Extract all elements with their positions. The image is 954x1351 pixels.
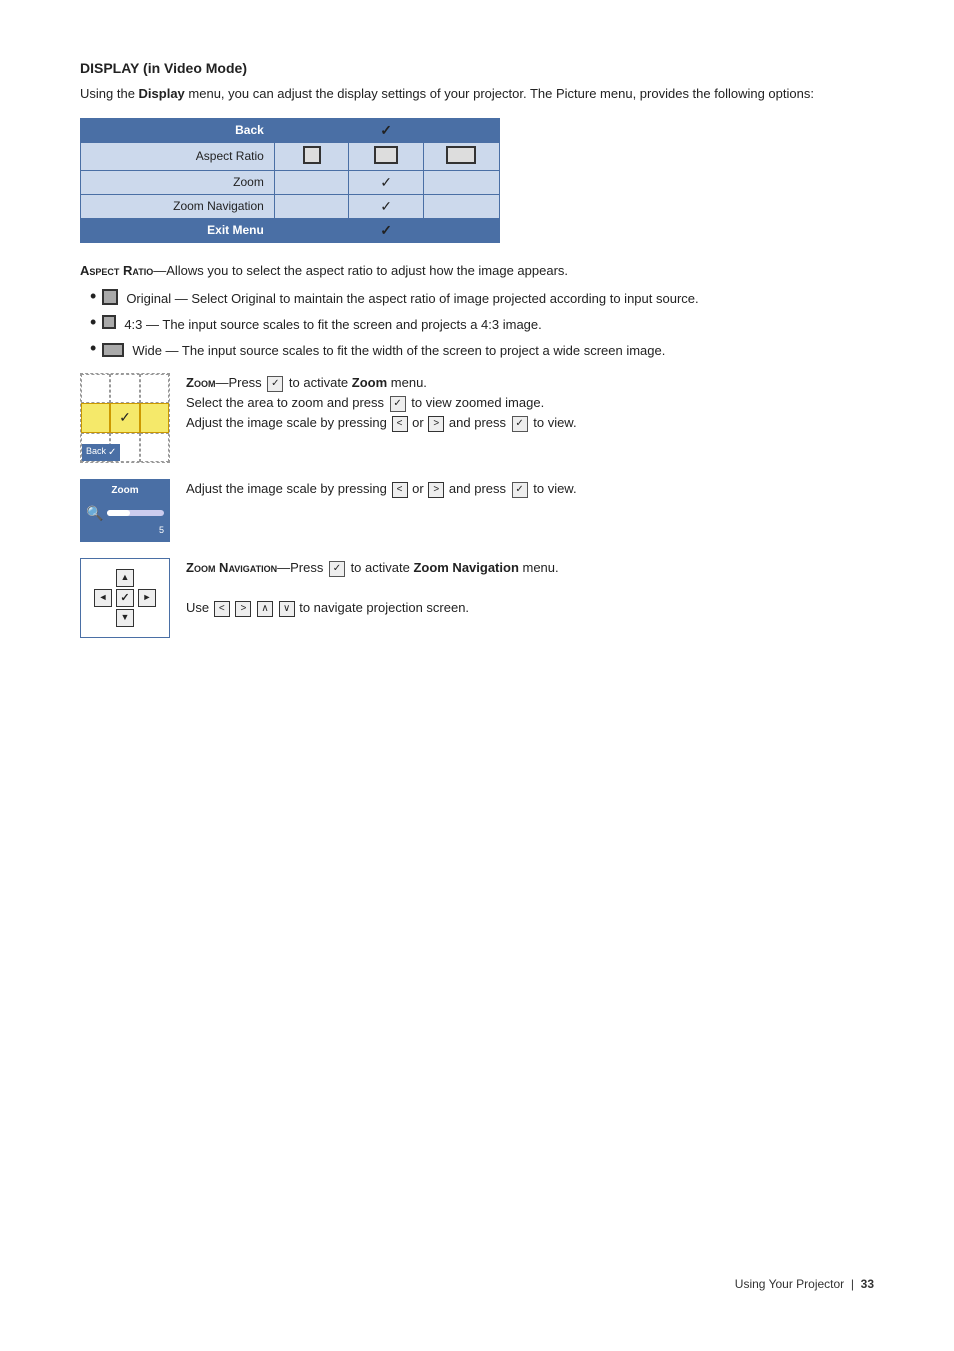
footer-text: Using Your Projector [735, 1277, 844, 1291]
nav-icon-right: > [235, 601, 251, 617]
nav-icon-down: ∨ [279, 601, 295, 617]
nav-down-btn: ▼ [116, 609, 134, 627]
zoom-check-icon-1: ✓ [267, 376, 283, 392]
page-number: 33 [861, 1277, 874, 1291]
menu-col2-zoom-nav [274, 194, 349, 218]
nav-check-icon-1: ✓ [329, 561, 345, 577]
zoom-check-icon-2: ✓ [390, 396, 406, 412]
zoom-check-icon-3: ✓ [512, 416, 528, 432]
zoom-text: Zoom—Press ✓ to activate Zoom menu. Sele… [186, 373, 874, 433]
nav-left-btn: ◄ [94, 589, 112, 607]
nav-up-row: ▲ [116, 569, 134, 587]
nav-check-btn: ✓ [116, 589, 134, 607]
menu-row-zoom: Zoom ✓ [81, 170, 500, 194]
menu-col4-zoom [423, 170, 499, 194]
page-footer: Using Your Projector | 33 [735, 1277, 874, 1291]
nav-down-row: ▼ [116, 609, 134, 627]
zoom-slider-bar-row: 🔍 [86, 503, 164, 525]
menu-row-aspect: Aspect Ratio [81, 142, 500, 170]
menu-col4-back [423, 118, 499, 142]
zoom-slider-box: Zoom 🔍 5 [80, 479, 170, 542]
menu-col2-exit [274, 218, 349, 242]
menu-col4-zoom-nav [423, 194, 499, 218]
content-body: Aspect Ratio—Allows you to select the as… [80, 261, 874, 639]
icon-43 [102, 315, 116, 329]
nav-up-btn: ▲ [116, 569, 134, 587]
zoom-magnify-icon: 🔍 [86, 503, 103, 525]
grid-cell-01 [110, 374, 139, 403]
zoom-label: Zoom [186, 375, 215, 390]
intro-text: Using the Display menu, you can adjust t… [80, 84, 874, 104]
zoom-slider-text: Adjust the image scale by pressing < or … [186, 479, 874, 499]
zoom-slider-track [107, 510, 164, 516]
nav-right-btn: ► [138, 589, 156, 607]
zoom-nav-section: ▲ ◄ ✓ ► ▼ Zoom Navigation—Press ✓ to act… [80, 558, 874, 638]
menu-label-back: Back [81, 118, 275, 142]
menu-col3-zoom-nav: ✓ [349, 194, 424, 218]
zoom-nav-text: Zoom Navigation—Press ✓ to activate Zoom… [186, 558, 874, 618]
aspect-ratio-list: • Original — Select Original to maintain… [90, 289, 874, 361]
menu-col2-zoom [274, 170, 349, 194]
menu-label-zoom: Zoom [81, 170, 275, 194]
icon-original [102, 289, 118, 305]
slider-left-icon: < [392, 482, 408, 498]
zoom-grid-back: Back ✓ [82, 444, 120, 462]
menu-col3-exit: ✓ [349, 218, 424, 242]
menu-label-exit: Exit Menu [81, 218, 275, 242]
menu-col3-back: ✓ [349, 118, 424, 142]
grid-cell-12 [140, 403, 169, 432]
grid-cell-11: ✓ [110, 403, 139, 432]
grid-cell-02 [140, 374, 169, 403]
zoom-slider-title: Zoom [86, 483, 164, 499]
menu-label-zoom-nav: Zoom Navigation [81, 194, 275, 218]
zoom-nav-box: ▲ ◄ ✓ ► ▼ [80, 558, 170, 638]
slider-check-icon: ✓ [512, 482, 528, 498]
nav-icon-up: ∧ [257, 601, 273, 617]
menu-row-back: Back ✓ [81, 118, 500, 142]
bullet-dot-43: • [90, 313, 96, 331]
section-title: DISPLAY (in Video Mode) [80, 60, 874, 76]
zoom-grid-container: ✓ Back ✓ [80, 373, 170, 463]
back-check: ✓ [108, 445, 116, 461]
bullet-43: • 4:3 — The input source scales to fit t… [90, 315, 874, 335]
aspect-ratio-label: Aspect Ratio [80, 263, 153, 278]
nav-mid-row: ◄ ✓ ► [94, 589, 156, 607]
menu-col2-aspect [274, 142, 349, 170]
zoom-slider-number: 5 [86, 524, 164, 538]
menu-label-aspect: Aspect Ratio [81, 142, 275, 170]
text-43: 4:3 — The input source scales to fit the… [124, 315, 541, 335]
aspect-ratio-desc: —Allows you to select the aspect ratio t… [153, 263, 568, 278]
zoom-right-icon: > [428, 416, 444, 432]
menu-col4-aspect [423, 142, 499, 170]
bullet-wide: • Wide — The input source scales to fit … [90, 341, 874, 361]
grid-cell-10 [81, 403, 110, 432]
zoom-nav-label: Zoom Navigation [186, 560, 277, 575]
menu-table: Back ✓ Aspect Ratio Zoom ✓ Zoom Navigati… [80, 118, 500, 243]
bullet-dot-wide: • [90, 339, 96, 357]
menu-col4-exit [423, 218, 499, 242]
text-wide: Wide — The input source scales to fit th… [132, 341, 665, 361]
menu-col2-back [274, 118, 349, 142]
slider-right-icon: > [428, 482, 444, 498]
icon-wide [102, 343, 124, 357]
back-label: Back [86, 445, 106, 459]
bullet-original: • Original — Select Original to maintain… [90, 289, 874, 309]
zoom-section: ✓ Back ✓ Zoom—Press ✓ to activate Zoom m… [80, 373, 874, 463]
nav-icon-left: < [214, 601, 230, 617]
menu-col3-aspect [349, 142, 424, 170]
zoom-slider-section: Zoom 🔍 5 Adjust the image scale by press… [80, 479, 874, 542]
text-original: Original — Select Original to maintain t… [126, 289, 698, 309]
aspect-ratio-section: Aspect Ratio—Allows you to select the as… [80, 261, 874, 362]
zoom-slider-fill [107, 510, 130, 516]
grid-cell-00 [81, 374, 110, 403]
menu-row-exit: Exit Menu ✓ [81, 218, 500, 242]
menu-row-zoom-nav: Zoom Navigation ✓ [81, 194, 500, 218]
zoom-left-icon: < [392, 416, 408, 432]
menu-col3-zoom: ✓ [349, 170, 424, 194]
bullet-dot-original: • [90, 287, 96, 305]
grid-cell-22 [140, 433, 169, 462]
